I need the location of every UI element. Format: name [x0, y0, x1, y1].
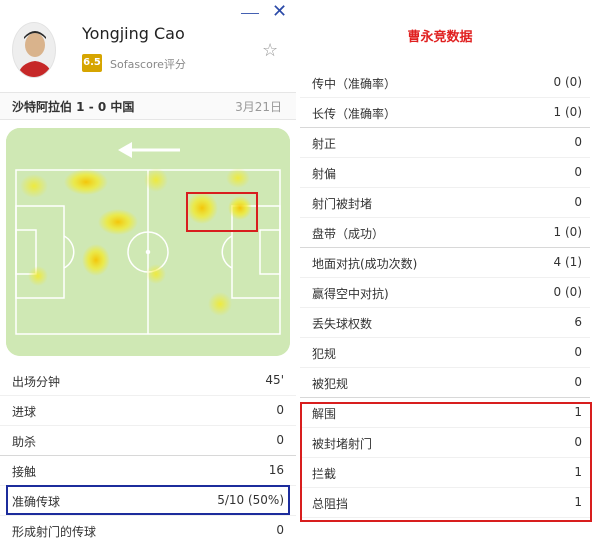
stat-row: 射正 0 [300, 128, 590, 158]
stat-label: 盘带（成功） [312, 227, 385, 241]
stats-title: 曹永竞数据 [407, 30, 473, 45]
player-header: Yongjing Cao 6.5 Sofascore评分 ☆ [0, 18, 296, 88]
stat-value: 0 [574, 195, 582, 209]
player-name: Yongjing Cao [82, 24, 185, 43]
stat-row: 射门被封堵 0 [300, 188, 590, 218]
stat-value: 0 (0) [553, 285, 582, 299]
stat-value: 0 [574, 375, 582, 389]
heatmap [6, 128, 290, 356]
stat-label: 长传（准确率） [312, 107, 397, 121]
stat-row: 地面对抗(成功次数) 4 (1) [300, 248, 590, 278]
stat-label: 被犯规 [312, 377, 349, 391]
player-stats-panel: — ✕ Yongjing Cao 6.5 Sofascore评分 ☆ 沙特阿拉伯… [0, 0, 296, 540]
heatmap-highlight-box [186, 192, 258, 232]
stat-row: 射偏 0 [300, 158, 590, 188]
stat-label: 赢得空中对抗) [312, 287, 389, 301]
match-title: 沙特阿拉伯 1 - 0 中国 [12, 100, 135, 114]
player-avatar[interactable] [12, 22, 56, 78]
stat-value: 4 (1) [553, 255, 582, 269]
stat-value: 45' [265, 373, 284, 387]
stat-row: 形成射门的传球 0 [0, 516, 296, 540]
stat-value: 0 [574, 135, 582, 149]
stat-value: 0 [574, 345, 582, 359]
stat-label: 助杀 [12, 435, 37, 449]
stat-label: 犯规 [312, 347, 337, 361]
accurate-pass-highlight-box [6, 485, 290, 515]
stat-label: 进球 [12, 405, 37, 419]
stat-row: 传中（准确率） 0 (0) [300, 68, 590, 98]
stat-row: 接触 16 [0, 456, 296, 486]
stat-value: 16 [268, 463, 284, 477]
defensive-stats-highlight-box [300, 402, 592, 522]
stat-row: 盘带（成功） 1 (0) [300, 218, 590, 248]
stat-label: 地面对抗(成功次数) [312, 257, 418, 271]
match-date: 3月21日 [235, 100, 282, 114]
stat-value: 0 (0) [553, 75, 582, 89]
stat-label: 射门被封堵 [312, 197, 373, 211]
star-outline-icon[interactable]: ☆ [262, 40, 278, 61]
rating-badge: 6.5 [82, 54, 102, 72]
stat-value: 6 [574, 315, 582, 329]
stat-row: 被犯规 0 [300, 368, 590, 398]
stat-value: 1 (0) [553, 225, 582, 239]
stat-row: 犯规 0 [300, 338, 590, 368]
stat-row: 赢得空中对抗) 0 (0) [300, 278, 590, 308]
stat-label: 射正 [312, 137, 337, 151]
rating-source-label: Sofascore评分 [110, 58, 186, 71]
stat-value: 1 (0) [553, 105, 582, 119]
stat-row: 出场分钟 45' [0, 366, 296, 396]
stat-label: 射偏 [312, 167, 337, 181]
stat-value: 0 [276, 403, 284, 417]
stat-row: 丢失球权数 6 [300, 308, 590, 338]
stat-label: 出场分钟 [12, 375, 61, 389]
stat-value: 0 [276, 433, 284, 447]
stat-label: 接触 [12, 465, 37, 479]
player-photo-icon [13, 23, 55, 77]
stat-label: 形成射门的传球 [12, 525, 97, 539]
stat-value: 0 [574, 165, 582, 179]
match-summary[interactable]: 沙特阿拉伯 1 - 0 中国 3月21日 [0, 92, 296, 120]
detailed-stats-panel: 曹永竞数据 传中（准确率） 0 (0) 长传（准确率） 1 (0) 射正 0 射偏 0 … [300, 0, 600, 540]
stat-label: 丢失球权数 [312, 317, 373, 331]
stat-label: 传中（准确率） [312, 77, 397, 91]
stat-row: 助杀 0 [0, 426, 296, 456]
stat-row: 进球 0 [0, 396, 296, 426]
stat-row: 长传（准确率） 1 (0) [300, 98, 590, 128]
stat-value: 0 [276, 523, 284, 537]
